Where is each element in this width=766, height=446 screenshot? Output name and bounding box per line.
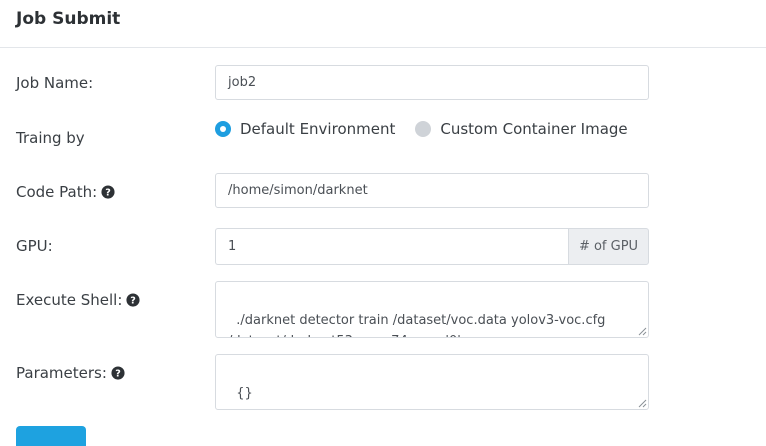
parameters-label: Parameters: ? [16, 364, 125, 382]
job-name-label-text: Job Name: [16, 74, 94, 92]
code-path-value: /home/simon/darknet [228, 183, 368, 198]
svg-text:?: ? [131, 296, 137, 307]
job-name-input[interactable]: job2 [215, 65, 649, 100]
execute-shell-label: Execute Shell: ? [16, 291, 140, 309]
training-by-label-text: Traing by [16, 129, 85, 147]
svg-text:?: ? [115, 369, 121, 380]
radio-custom-container-image-label: Custom Container Image [440, 120, 628, 138]
resize-handle-icon[interactable] [638, 399, 647, 408]
page-title: Job Submit [16, 9, 121, 29]
execute-shell-value: ./darknet detector train /dataset/voc.da… [228, 313, 606, 337]
radio-custom-container-image[interactable]: Custom Container Image [415, 120, 628, 138]
resize-handle-icon[interactable] [638, 327, 647, 336]
gpu-label-text: GPU: [16, 237, 53, 255]
job-name-value: job2 [228, 75, 257, 90]
svg-text:?: ? [105, 188, 111, 199]
radio-default-environment-label: Default Environment [240, 120, 396, 138]
parameters-label-text: Parameters: [16, 364, 107, 382]
gpu-input-group: 1 # of GPU [215, 228, 649, 265]
question-circle-icon[interactable]: ? [126, 293, 140, 307]
training-by-label: Traing by [16, 129, 85, 147]
submit-button[interactable] [16, 426, 86, 446]
gpu-label: GPU: [16, 237, 53, 255]
parameters-value: {} [236, 386, 253, 401]
code-path-label-text: Code Path: [16, 183, 98, 201]
execute-shell-textarea[interactable]: ./darknet detector train /dataset/voc.da… [215, 281, 649, 338]
question-circle-icon[interactable]: ? [101, 185, 115, 199]
job-name-label: Job Name: [16, 74, 93, 92]
code-path-label: Code Path: ? [16, 183, 115, 201]
execute-shell-label-text: Execute Shell: [16, 291, 123, 309]
gpu-value: 1 [228, 239, 237, 254]
gpu-unit-addon: # of GPU [568, 228, 649, 265]
training-radio-group: Default Environment Custom Container Ima… [215, 120, 628, 138]
code-path-input[interactable]: /home/simon/darknet [215, 173, 649, 208]
radio-default-environment[interactable]: Default Environment [215, 120, 395, 138]
parameters-textarea[interactable]: {} [215, 354, 649, 410]
radio-selected-icon[interactable] [215, 121, 231, 137]
card-header: Job Submit [0, 0, 766, 48]
question-circle-icon[interactable]: ? [111, 366, 125, 380]
radio-unselected-icon[interactable] [415, 121, 432, 137]
gpu-input[interactable]: 1 [215, 228, 568, 265]
